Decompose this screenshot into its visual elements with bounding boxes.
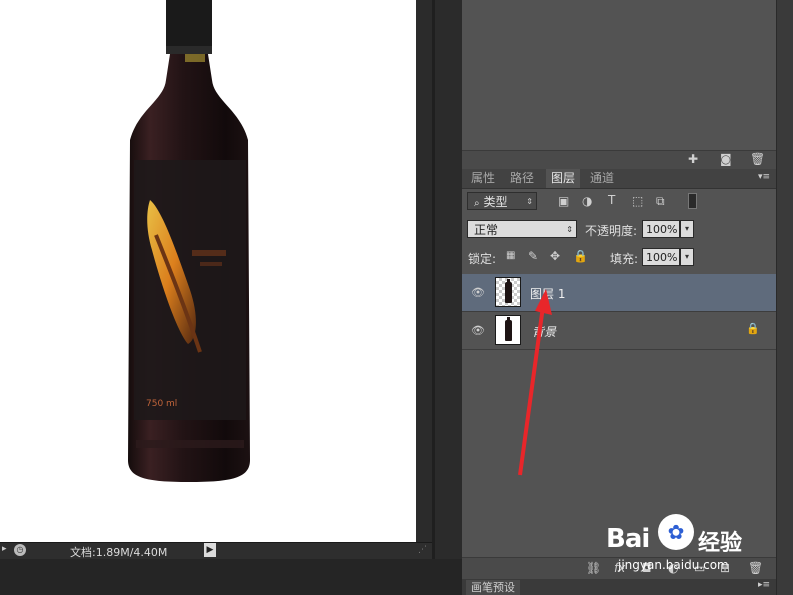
trash-icon[interactable]: 🗑	[750, 152, 765, 166]
paw-icon: ✿	[658, 514, 694, 550]
tab-properties[interactable]: 属性	[464, 169, 502, 188]
filter-type-label: 类型	[483, 195, 508, 209]
document-canvas[interactable]: 750 ml	[0, 0, 416, 542]
layer-lock-icon: 🔒	[746, 322, 760, 335]
wine-bottle-image: 750 ml	[128, 0, 250, 482]
upper-panel	[462, 0, 776, 150]
right-scrollbar[interactable]	[776, 0, 793, 595]
status-menu-arrow-icon[interactable]: ▶	[204, 543, 216, 557]
watermark-suffix: 经验	[698, 531, 743, 556]
smart-object-filter-icon[interactable]: ⧉	[656, 194, 665, 209]
eye-icon[interactable]: 👁	[471, 286, 485, 299]
fill-dropdown-icon[interactable]: ▾	[680, 248, 694, 266]
search-icon: ⌕	[474, 198, 480, 209]
opacity-label: 不透明度:	[585, 224, 638, 238]
opacity-dropdown-icon[interactable]: ▾	[680, 220, 694, 238]
link-icon[interactable]: ⛓	[586, 561, 601, 575]
tab-paths[interactable]: 路径	[503, 169, 541, 188]
camera-icon[interactable]: ◙	[720, 152, 732, 166]
tab-channels[interactable]: 通道	[583, 169, 621, 188]
watermark-url: jingyan.baidu.com	[618, 558, 729, 572]
lock-icon[interactable]: 🔒	[573, 249, 588, 263]
bottom-panel-bar: 画笔预设 ▸≡	[462, 579, 776, 595]
resize-grip-icon[interactable]: ⋰	[418, 545, 427, 555]
zoom-status-icon[interactable]: ▸	[2, 544, 7, 554]
bottle-volume-text: 750 ml	[146, 399, 177, 409]
type-filter-icon[interactable]: T	[608, 193, 615, 207]
eye-icon[interactable]: 👁	[471, 324, 485, 337]
lock-label: 锁定:	[468, 252, 497, 266]
watermark-brand: Bai	[606, 524, 650, 554]
canvas-bottom-area	[0, 559, 462, 595]
image-filter-icon[interactable]: ▣	[558, 194, 569, 208]
upper-panel-footer: ✚ ◙ 🗑	[462, 150, 776, 169]
panel-menu-icon[interactable]: ▾≡	[758, 172, 770, 182]
canvas-gutter	[416, 0, 462, 595]
fill-input[interactable]: 100%	[642, 248, 680, 266]
document-status-bar: ▸ ◷ 文档:1.89M/4.40M ▶ ⋰	[0, 542, 432, 559]
annotation-arrow	[518, 289, 552, 476]
blend-mode-value: 正常	[474, 223, 499, 237]
shape-filter-icon[interactable]: ⬚	[632, 194, 643, 208]
lock-transparent-icon[interactable]: ▦	[506, 250, 515, 261]
document-info-text: 文档:1.89M/4.40M	[70, 546, 168, 559]
brush-icon[interactable]: ✎	[528, 249, 538, 263]
fill-label: 填充:	[610, 252, 639, 266]
move-icon[interactable]: ✥	[550, 249, 560, 263]
chevron-updown-icon: ⇕	[566, 225, 573, 234]
tab-layers[interactable]: 图层	[546, 169, 580, 188]
document-info-icon[interactable]: ◷	[14, 544, 26, 556]
chevron-updown-icon: ⇕	[526, 197, 533, 206]
tab-brush-presets[interactable]: 画笔预设	[466, 580, 520, 595]
panel-menu-icon[interactable]: ▸≡	[758, 580, 770, 590]
filter-toggle[interactable]	[688, 193, 697, 209]
adjustment-filter-icon[interactable]: ◑	[582, 194, 592, 208]
opacity-input[interactable]: 100%	[642, 220, 680, 238]
gutter-divider	[432, 0, 435, 595]
new-snapshot-icon[interactable]: ✚	[688, 152, 698, 166]
layer-filter-select[interactable]: ⌕ 类型 ⇕	[467, 192, 537, 210]
watermark: Bai ✿ 经验 jingyan.baidu.com	[606, 510, 776, 580]
blend-mode-select[interactable]: 正常 ⇕	[467, 220, 577, 238]
panel-tabs: 属性 路径 图层 通道 ▾≡	[462, 169, 776, 189]
